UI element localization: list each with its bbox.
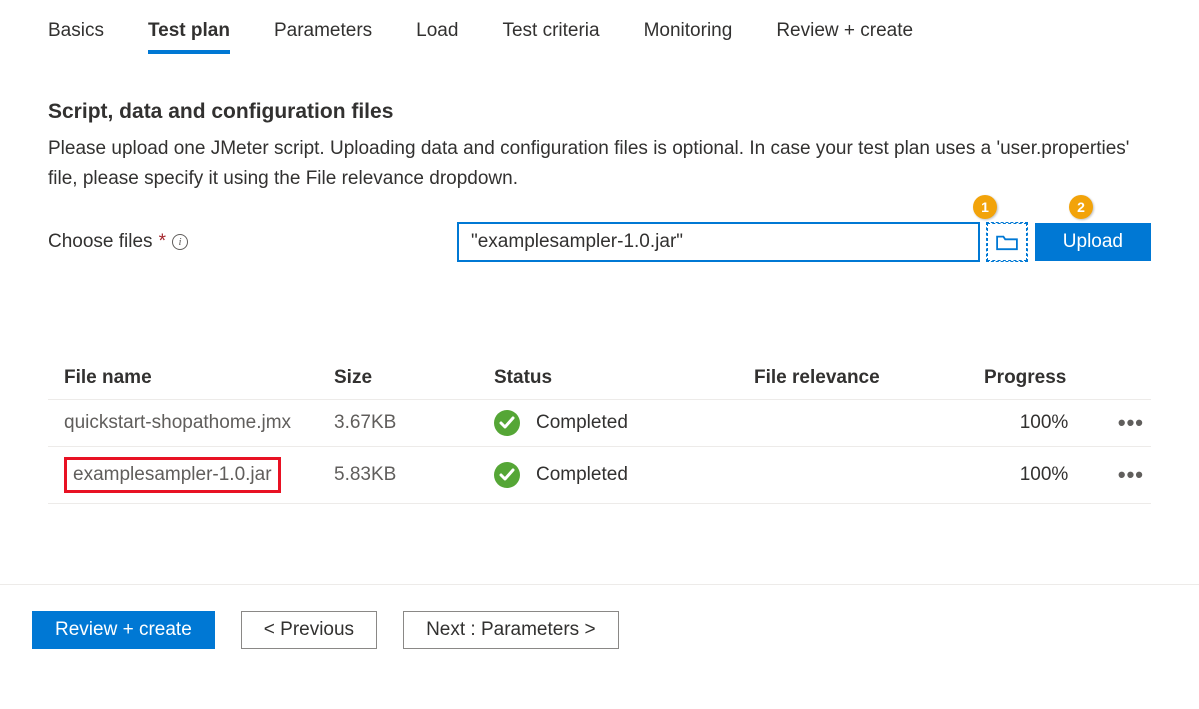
- tab-monitoring[interactable]: Monitoring: [644, 20, 733, 54]
- tab-test-criteria[interactable]: Test criteria: [502, 20, 599, 54]
- col-header-progress[interactable]: Progress: [984, 367, 1104, 389]
- file-name: quickstart-shopathome.jmx: [64, 412, 291, 433]
- table-row: examplesampler-1.0.jar 5.83KB Completed …: [48, 447, 1151, 504]
- choose-files-input[interactable]: [458, 223, 979, 261]
- choose-files-row: Choose files * i 1 2 Upload: [48, 223, 1151, 261]
- tab-test-plan[interactable]: Test plan: [148, 20, 230, 54]
- upload-button[interactable]: Upload: [1035, 223, 1151, 261]
- file-size: 3.67KB: [334, 412, 494, 434]
- files-table-header: File name Size Status File relevance Pro…: [48, 357, 1151, 400]
- file-size: 5.83KB: [334, 464, 494, 486]
- col-header-filename[interactable]: File name: [64, 367, 334, 389]
- footer-actions: Review + create < Previous Next : Parame…: [32, 611, 1151, 649]
- col-header-status[interactable]: Status: [494, 367, 754, 389]
- row-more-button[interactable]: •••: [1104, 462, 1144, 488]
- browse-folder-button[interactable]: [987, 223, 1027, 261]
- file-status: Completed: [536, 464, 628, 486]
- table-row: quickstart-shopathome.jmx 3.67KB Complet…: [48, 400, 1151, 447]
- file-status: Completed: [536, 412, 628, 434]
- next-button[interactable]: Next : Parameters >: [403, 611, 618, 649]
- file-progress: 100%: [984, 412, 1104, 434]
- tab-parameters[interactable]: Parameters: [274, 20, 372, 54]
- files-table: File name Size Status File relevance Pro…: [48, 297, 1151, 504]
- row-more-button[interactable]: •••: [1104, 410, 1144, 436]
- tab-load[interactable]: Load: [416, 20, 458, 54]
- section-description: Please upload one JMeter script. Uploadi…: [48, 134, 1151, 195]
- tab-basics[interactable]: Basics: [48, 20, 104, 54]
- required-marker: *: [159, 231, 166, 253]
- choose-files-label: Choose files * i: [48, 231, 448, 253]
- file-progress: 100%: [984, 464, 1104, 486]
- checkmark-icon: [494, 462, 520, 488]
- col-header-size[interactable]: Size: [334, 367, 494, 389]
- file-name: examplesampler-1.0.jar: [64, 457, 281, 493]
- info-icon[interactable]: i: [172, 234, 188, 250]
- tab-bar: Basics Test plan Parameters Load Test cr…: [48, 20, 1151, 54]
- tab-review-create[interactable]: Review + create: [776, 20, 913, 54]
- callout-badge-1: 1: [973, 195, 997, 219]
- choose-files-label-text: Choose files: [48, 231, 153, 253]
- checkmark-icon: [494, 410, 520, 436]
- previous-button[interactable]: < Previous: [241, 611, 377, 649]
- col-header-relevance[interactable]: File relevance: [754, 367, 984, 389]
- footer-separator: [0, 584, 1199, 585]
- section-title: Script, data and configuration files: [48, 100, 1151, 124]
- folder-icon: [996, 233, 1018, 251]
- review-create-button[interactable]: Review + create: [32, 611, 215, 649]
- callout-badge-2: 2: [1069, 195, 1093, 219]
